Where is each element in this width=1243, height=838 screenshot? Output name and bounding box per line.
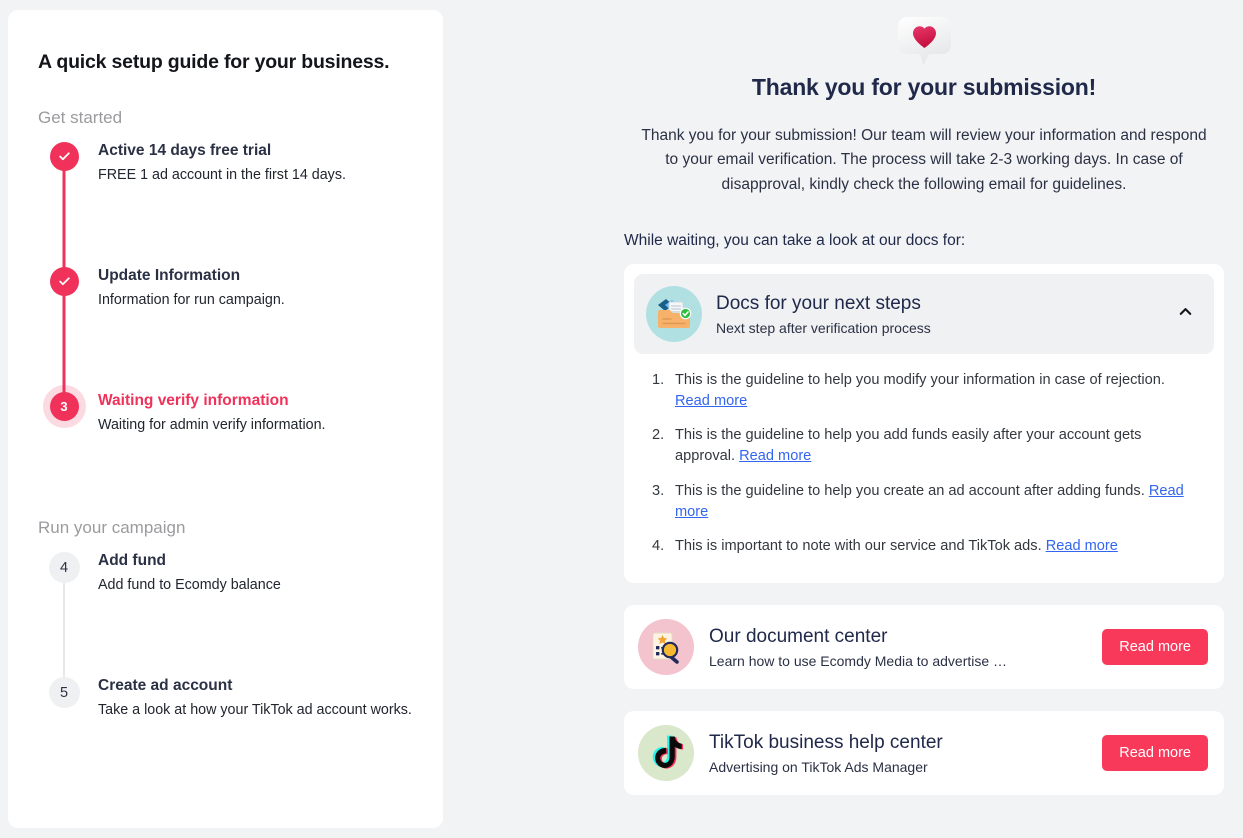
step-active-free-trial[interactable]: Active 14 days free trial FREE 1 ad acco… [38, 142, 413, 281]
list-item: This is important to note with our servi… [650, 536, 1198, 557]
step-marker-column [38, 142, 90, 281]
documents-folder-icon [646, 285, 702, 342]
setup-guide-page: A quick setup guide for your business. G… [0, 0, 1243, 838]
tiktok-help-center-card[interactable]: TikTok business help center Advertising … [624, 711, 1224, 796]
step-body: Update Information Information for run c… [90, 267, 285, 309]
step-body: Add fund Add fund to Ecomdy balance [90, 552, 281, 594]
step-marker-done [49, 142, 79, 171]
docs-header-text: Docs for your next steps Next step after… [702, 292, 1172, 336]
step-marker-current: 3 [49, 392, 79, 421]
list-item: This is the guideline to help you add fu… [650, 425, 1198, 466]
step-body: Waiting verify information Waiting for a… [90, 392, 326, 434]
read-more-link[interactable]: Read more [675, 393, 747, 409]
step-description: Add fund to Ecomdy balance [98, 577, 281, 594]
promo-subtitle: Advertising on TikTok Ads Manager [709, 759, 928, 776]
step-title: Create ad account [98, 677, 233, 694]
submission-panel: Thank you for your submission! Thank you… [600, 0, 1243, 838]
step-marker-column: 3 [38, 392, 90, 421]
timeline-get-started: Active 14 days free trial FREE 1 ad acco… [38, 134, 413, 456]
step-marker-pending: 5 [48, 677, 80, 708]
read-more-button[interactable]: Read more [1102, 735, 1208, 772]
list-item: This is the guideline to help you modify… [650, 370, 1198, 411]
step-update-information[interactable]: Update Information Information for run c… [38, 267, 413, 406]
step-description: Waiting for admin verify information. [98, 417, 326, 434]
step-title: Waiting verify information [98, 392, 289, 409]
step-add-fund[interactable]: 4 Add fund Add fund to Ecomdy balance [38, 552, 413, 691]
step-title: Add fund [98, 552, 167, 569]
hero-section: Thank you for your submission! Thank you… [624, 0, 1224, 197]
docs-next-steps-card: Docs for your next steps Next step after… [624, 263, 1224, 584]
step-marker-column [38, 267, 90, 406]
promo-text: Our document center Learn how to use Eco… [694, 625, 1102, 670]
step-title: Update Information [98, 267, 241, 284]
step-body: Active 14 days free trial FREE 1 ad acco… [90, 142, 346, 184]
timeline-run-campaign: 4 Add fund Add fund to Ecomdy balance 5 … [38, 544, 413, 741]
timeline-connector [63, 566, 65, 691]
promo-subtitle: Learn how to use Ecomdy Media to adverti… [709, 653, 1008, 670]
chevron-up-icon[interactable] [1172, 302, 1198, 326]
heart-speech-bubble-icon [893, 12, 956, 68]
docs-intro-text: While waiting, you can take a look at ou… [624, 231, 966, 249]
step-description: Information for run campaign. [98, 292, 285, 309]
list-item: This is the guideline to help you create… [650, 481, 1198, 522]
step-create-ad-account[interactable]: 5 Create ad account Take a look at how y… [38, 677, 413, 741]
step-marker-column: 4 [38, 552, 90, 691]
read-more-button[interactable]: Read more [1102, 629, 1208, 666]
hero-body-text: Thank you for your submission! Our team … [641, 127, 1207, 193]
read-more-link[interactable]: Read more [1046, 538, 1118, 554]
document-search-icon [638, 619, 694, 676]
docs-accordion-header[interactable]: Docs for your next steps Next step after… [634, 273, 1214, 354]
list-item-text: This is important to note with our servi… [675, 538, 1042, 555]
list-item-text: This is the guideline to help you modify… [675, 371, 1165, 388]
page-title: A quick setup guide for your business. [38, 51, 390, 73]
timeline-connector [62, 281, 66, 406]
read-more-link[interactable]: Read more [739, 448, 811, 464]
step-body: Create ad account Take a look at how you… [90, 677, 412, 719]
step-marker-pending: 4 [48, 552, 80, 583]
step-marker-column: 5 [38, 677, 90, 708]
step-marker-done [49, 267, 79, 296]
step-description: FREE 1 ad account in the first 14 days. [98, 167, 346, 184]
document-center-card[interactable]: Our document center Learn how to use Eco… [624, 605, 1224, 690]
docs-card-subtitle: Next step after verification process [716, 319, 931, 336]
promo-title: TikTok business help center [709, 731, 943, 753]
tiktok-logo-icon [638, 725, 694, 782]
hero-title: Thank you for your submission! [751, 74, 1097, 100]
docs-card-title: Docs for your next steps [716, 293, 921, 315]
step-waiting-verify-information[interactable]: 3 Waiting verify information Waiting for… [38, 392, 413, 456]
timeline-connector [62, 156, 66, 281]
section-label-get-started: Get started [38, 108, 123, 127]
docs-guideline-list: This is the guideline to help you modify… [634, 354, 1214, 573]
section-label-run-campaign: Run your campaign [38, 518, 186, 537]
step-title: Active 14 days free trial [98, 142, 272, 159]
step-description: Take a look at how your TikTok ad accoun… [98, 702, 412, 719]
list-item-text: This is the guideline to help you create… [675, 482, 1145, 499]
promo-text: TikTok business help center Advertising … [694, 731, 1102, 776]
promo-title: Our document center [709, 625, 888, 647]
setup-guide-card: A quick setup guide for your business. G… [8, 10, 443, 828]
